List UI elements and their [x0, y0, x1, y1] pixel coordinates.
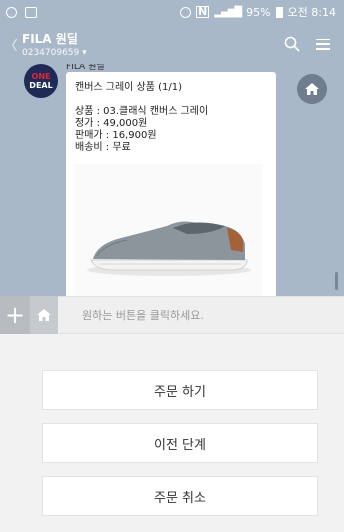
status-bar: N ▂▄▆█ 95% 오전 8:14 — [0, 0, 344, 24]
avatar[interactable]: ONE DEAL — [24, 64, 58, 98]
home-button[interactable] — [30, 296, 58, 334]
cancel-order-button[interactable]: 주문 취소 — [42, 476, 318, 516]
sync-icon — [180, 6, 192, 18]
order-button[interactable]: 주문 하기 — [42, 370, 318, 410]
menu-icon[interactable] — [316, 38, 330, 50]
plus-icon: + — [4, 301, 26, 329]
scrollbar[interactable] — [335, 272, 338, 290]
home-icon — [37, 309, 51, 321]
back-icon[interactable]: 〈 — [0, 35, 22, 54]
message-line: 상품 : 03.클래식 캔버스 그레이 — [75, 106, 209, 117]
gallery-icon — [25, 6, 37, 18]
home-icon — [305, 83, 319, 95]
message-line: 정가 : 49,000원 — [75, 118, 148, 129]
shoe-illustration — [87, 221, 251, 276]
nfc-icon: N — [196, 5, 210, 18]
chat-subtitle[interactable]: 0234709659 ▾ — [22, 48, 87, 58]
product-image[interactable] — [75, 164, 263, 296]
action-buttons: 주문 하기 이전 단계 주문 취소 — [0, 334, 344, 532]
chat-header: 〈 FILA 원딜 0234709659 ▾ — [0, 24, 344, 64]
clock: 오전 8:14 — [287, 6, 336, 19]
message-title: 캔버스 그레이 상품 (1/1) — [75, 82, 183, 93]
plus-button[interactable]: + — [0, 296, 30, 334]
input-bar: + 원하는 버튼을 클릭하세요. — [0, 296, 344, 334]
signal-icon: ▂▄▆█ — [214, 6, 242, 18]
previous-step-button[interactable]: 이전 단계 — [42, 423, 318, 463]
home-floating-button[interactable] — [297, 74, 327, 104]
chat-area[interactable]: ONE DEAL FILA 원딜 캔버스 그레이 상품 (1/1) 상품 : 0… — [0, 64, 344, 296]
message-line: 판매가 : 16,900원 — [75, 130, 157, 141]
message-line: 배송비 : 무료 — [75, 142, 131, 153]
message-bubble: 캔버스 그레이 상품 (1/1) 상품 : 03.클래식 캔버스 그레이 정가 … — [66, 72, 276, 296]
notification-icon — [6, 6, 17, 18]
sender-name: FILA 원딜 — [66, 64, 105, 72]
message-input[interactable]: 원하는 버튼을 클릭하세요. — [58, 307, 204, 323]
battery-percent: 95% — [246, 5, 271, 19]
battery-icon — [275, 6, 283, 18]
chat-title: FILA 원딜 — [22, 32, 78, 46]
search-icon[interactable] — [284, 36, 300, 52]
